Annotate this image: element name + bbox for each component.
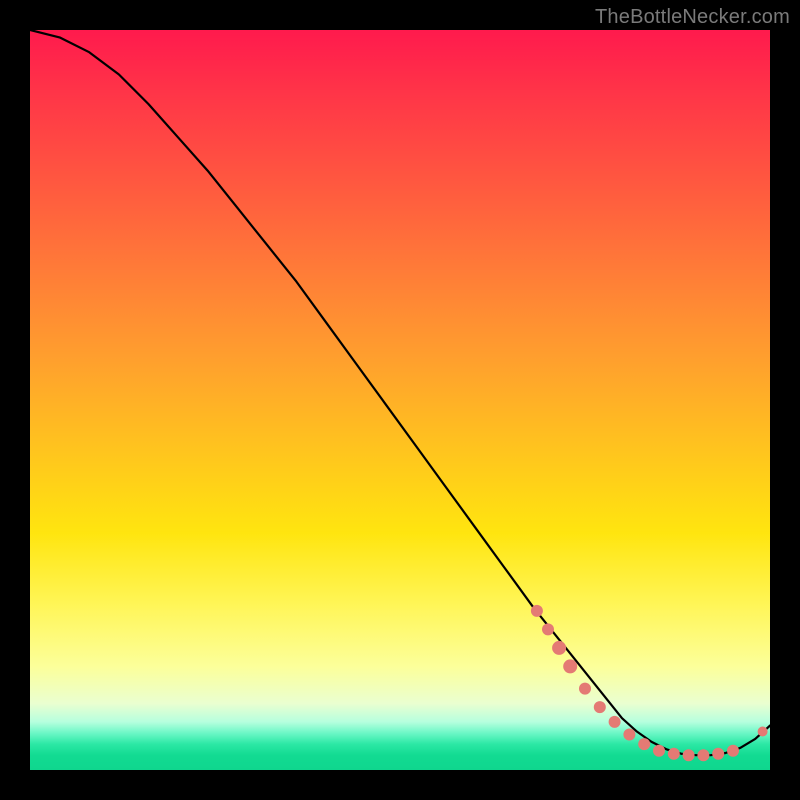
curve-marker <box>727 745 739 757</box>
curve-marker <box>758 727 768 737</box>
curve-marker <box>563 659 577 673</box>
curve-marker <box>638 738 650 750</box>
curve-marker <box>653 745 665 757</box>
chart-stage: TheBottleNecker.com <box>0 0 800 800</box>
curve-marker <box>668 748 680 760</box>
curve-marker <box>712 748 724 760</box>
curve-marker <box>531 605 543 617</box>
curve-marker <box>623 728 635 740</box>
curve-marker <box>683 749 695 761</box>
watermark-text: TheBottleNecker.com <box>595 6 790 29</box>
curve-marker <box>552 641 566 655</box>
chart-svg <box>30 30 770 770</box>
curve-marker <box>609 716 621 728</box>
curve-marker <box>697 749 709 761</box>
curve-marker <box>542 623 554 635</box>
curve-markers <box>531 605 768 761</box>
curve-marker <box>579 683 591 695</box>
curve-line <box>30 30 770 755</box>
curve-marker <box>594 701 606 713</box>
chart-plot-area <box>30 30 770 770</box>
